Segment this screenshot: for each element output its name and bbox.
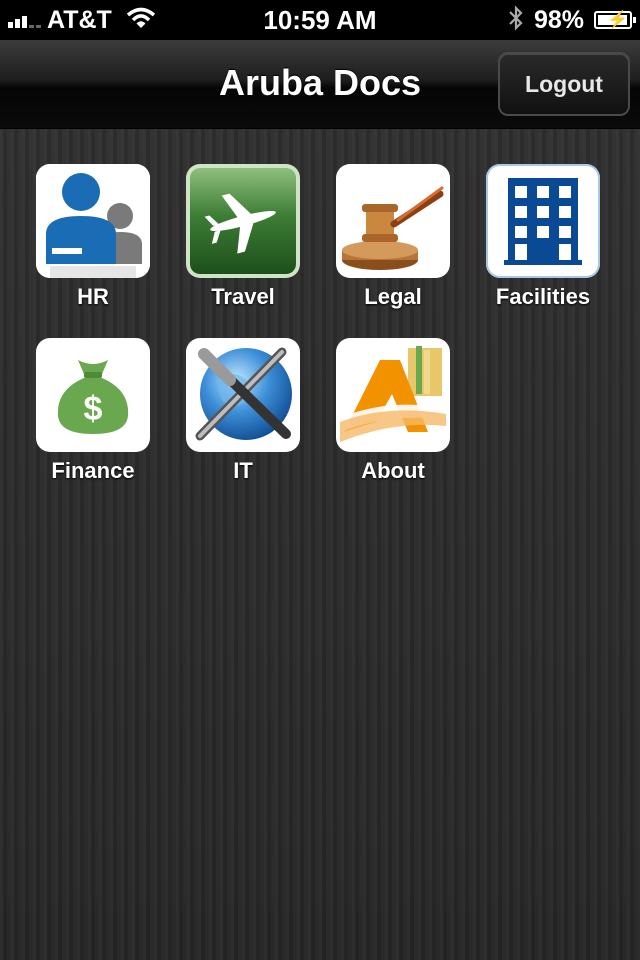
tile-travel[interactable]: Travel [168,164,318,324]
tile-label: Travel [211,284,275,309]
tile-hr[interactable]: HR [18,164,168,324]
bluetooth-icon [508,4,524,36]
tile-label: Legal [364,284,422,309]
money-bag-icon: $ [36,338,150,452]
people-icon [36,164,150,278]
charging-bolt-icon: ⚡ [607,10,629,29]
tile-finance[interactable]: $ Finance [18,338,168,498]
battery-icon: ⚡ [594,10,636,29]
navigation-bar: Aruba Docs Logout [0,40,640,129]
airplane-icon [186,164,300,278]
tile-label: IT [233,458,253,483]
logout-button[interactable]: Logout [498,52,630,116]
svg-text:$: $ [84,390,103,428]
tile-facilities[interactable]: Facilities [468,164,618,324]
tile-it[interactable]: IT [168,338,318,498]
tile-legal[interactable]: Legal [318,164,468,324]
aruba-logo-icon [336,338,450,452]
tile-label: About [361,458,425,483]
tile-label: Facilities [495,284,591,309]
building-icon [486,164,600,278]
globe-tools-icon [186,338,300,452]
launcher-grid: HR Travel Legal Facilities $ Finance IT … [0,129,640,960]
gavel-icon [336,164,450,278]
tile-about[interactable]: About [318,338,468,498]
status-bar: AT&T 10:59 AM 98% ⚡ [0,0,640,40]
status-right: 98% ⚡ [508,4,636,36]
battery-percent: 98% [533,5,584,34]
tile-label: HR [77,284,109,309]
tile-label: Finance [51,458,135,483]
